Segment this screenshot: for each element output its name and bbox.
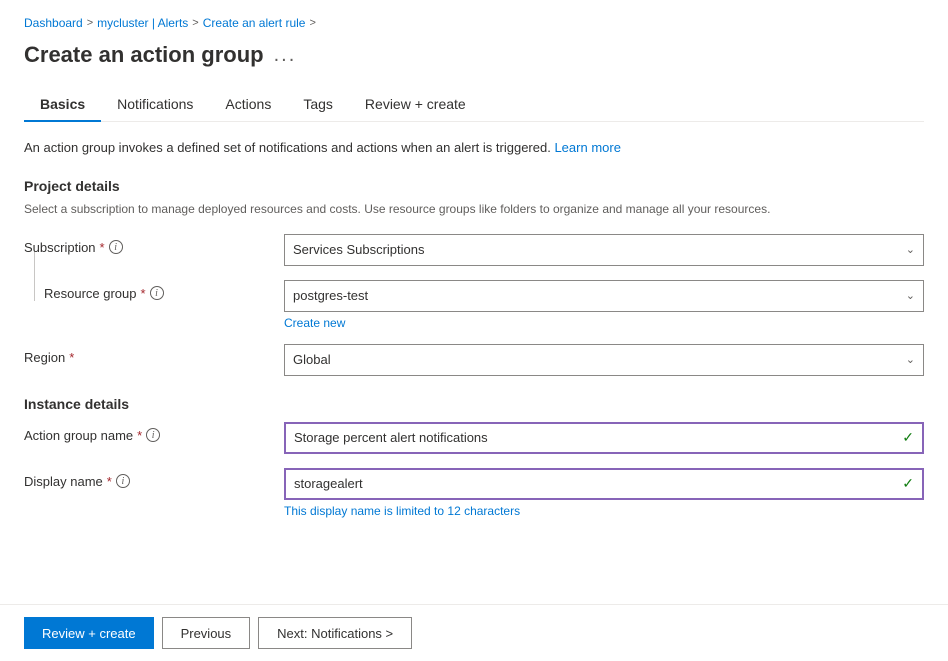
breadcrumb-dashboard[interactable]: Dashboard: [24, 16, 83, 30]
action-group-name-label: Action group name: [24, 428, 133, 443]
resource-group-label: Resource group: [44, 286, 137, 301]
project-details-heading: Project details: [24, 178, 924, 194]
action-group-name-info-icon[interactable]: i: [146, 428, 160, 442]
resource-group-required: *: [141, 286, 146, 301]
region-required: *: [69, 350, 74, 365]
description: An action group invokes a defined set of…: [24, 138, 924, 158]
display-name-label-col: Display name * i: [24, 468, 284, 489]
action-group-name-control: Storage percent alert notifications ✓: [284, 422, 924, 454]
display-name-row: Display name * i storagealert ✓ This dis…: [24, 468, 924, 518]
breadcrumb-alert-rule[interactable]: Create an alert rule: [203, 16, 306, 30]
display-name-control: storagealert ✓ This display name is limi…: [284, 468, 924, 518]
subscription-required: *: [100, 240, 105, 255]
region-control: Global ⌄: [284, 344, 924, 376]
instance-details-section: Instance details Action group name * i S…: [24, 396, 924, 518]
page-title-container: Create an action group ...: [24, 42, 924, 68]
breadcrumb-sep-3: >: [309, 17, 315, 29]
instance-details-heading: Instance details: [24, 396, 924, 412]
page-title: Create an action group: [24, 42, 264, 68]
resource-group-label-col: Resource group * i: [24, 280, 284, 301]
review-create-button[interactable]: Review + create: [24, 617, 154, 649]
subscription-arrow: ⌄: [906, 243, 915, 256]
create-new-link[interactable]: Create new: [284, 316, 345, 330]
subscription-control: Services Subscriptions ⌄: [284, 234, 924, 266]
subscription-label-col: Subscription * i: [24, 234, 284, 255]
action-group-name-value: Storage percent alert notifications: [294, 430, 488, 445]
resource-group-arrow: ⌄: [906, 289, 915, 302]
display-name-check-icon: ✓: [902, 475, 914, 492]
subscription-row: Subscription * i Services Subscriptions …: [24, 234, 924, 266]
resource-group-row: Resource group * i postgres-test ⌄ Creat…: [24, 280, 924, 330]
resource-group-dropdown[interactable]: postgres-test ⌄: [284, 280, 924, 312]
display-name-input[interactable]: storagealert ✓: [284, 468, 924, 500]
region-label: Region: [24, 350, 65, 365]
display-name-required: *: [107, 474, 112, 489]
resource-group-info-icon[interactable]: i: [150, 286, 164, 300]
tab-review-create[interactable]: Review + create: [349, 88, 482, 122]
breadcrumb: Dashboard > mycluster | Alerts > Create …: [24, 16, 924, 30]
display-name-value: storagealert: [294, 476, 363, 491]
tab-basics[interactable]: Basics: [24, 88, 101, 122]
breadcrumb-mycluster[interactable]: mycluster | Alerts: [97, 16, 188, 30]
display-name-info-icon[interactable]: i: [116, 474, 130, 488]
bottom-bar: Review + create Previous Next: Notificat…: [0, 604, 948, 661]
action-group-name-label-col: Action group name * i: [24, 422, 284, 443]
action-group-name-row: Action group name * i Storage percent al…: [24, 422, 924, 454]
project-details-description: Select a subscription to manage deployed…: [24, 200, 924, 218]
description-text: An action group invokes a defined set of…: [24, 140, 551, 155]
subscription-value: Services Subscriptions: [293, 242, 425, 257]
subscription-info-icon[interactable]: i: [109, 240, 123, 254]
region-arrow: ⌄: [906, 353, 915, 366]
learn-more-link[interactable]: Learn more: [554, 140, 620, 155]
tab-actions[interactable]: Actions: [209, 88, 287, 122]
display-name-hint: This display name is limited to 12 chara…: [284, 504, 924, 518]
action-group-name-required: *: [137, 428, 142, 443]
tab-tags[interactable]: Tags: [287, 88, 349, 122]
region-dropdown[interactable]: Global ⌄: [284, 344, 924, 376]
next-button[interactable]: Next: Notifications >: [258, 617, 412, 649]
tabs-container: Basics Notifications Actions Tags Review…: [24, 88, 924, 122]
region-label-col: Region *: [24, 344, 284, 365]
page-title-ellipsis: ...: [274, 44, 297, 67]
breadcrumb-sep-1: >: [87, 17, 93, 29]
tab-notifications[interactable]: Notifications: [101, 88, 209, 122]
breadcrumb-sep-2: >: [192, 17, 198, 29]
resource-group-value: postgres-test: [293, 288, 368, 303]
region-value: Global: [293, 352, 331, 367]
display-name-label: Display name: [24, 474, 103, 489]
previous-button[interactable]: Previous: [162, 617, 251, 649]
resource-group-control: postgres-test ⌄ Create new: [284, 280, 924, 330]
action-group-name-input[interactable]: Storage percent alert notifications ✓: [284, 422, 924, 454]
subscription-dropdown[interactable]: Services Subscriptions ⌄: [284, 234, 924, 266]
action-group-name-check-icon: ✓: [902, 429, 914, 446]
region-row: Region * Global ⌄: [24, 344, 924, 376]
